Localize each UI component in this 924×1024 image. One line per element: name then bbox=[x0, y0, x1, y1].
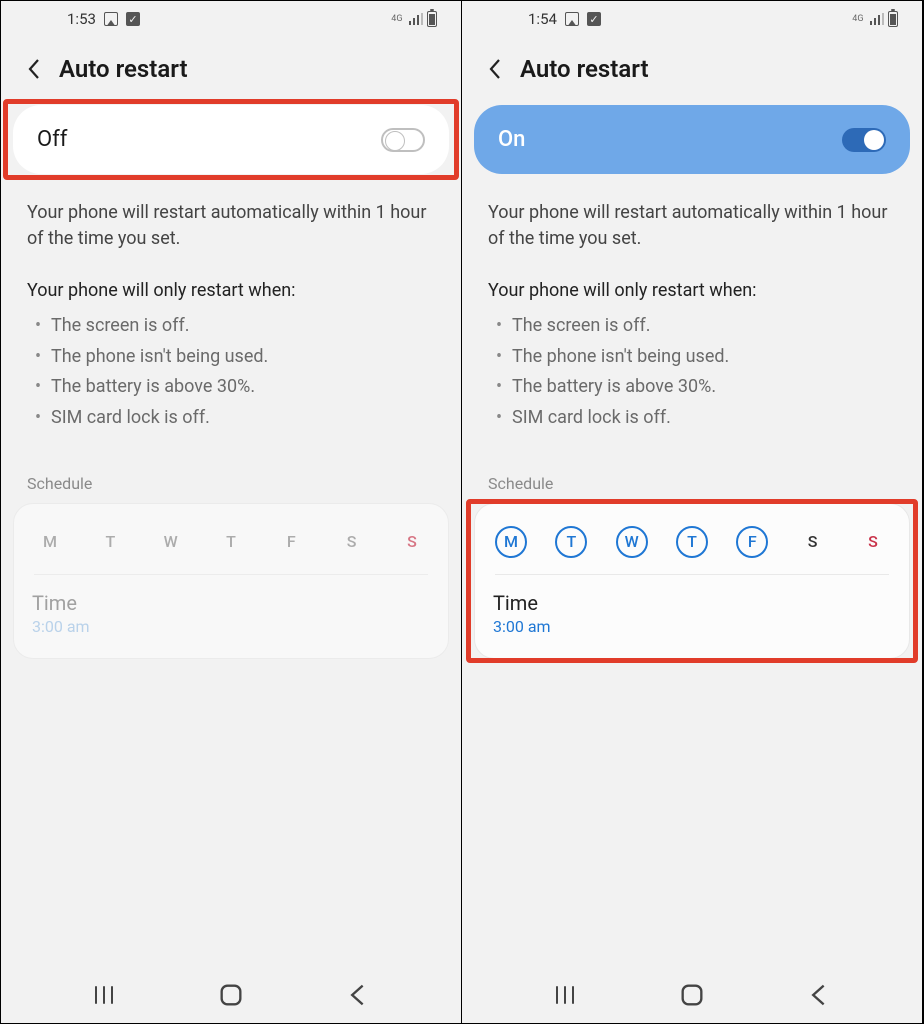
day-sun[interactable]: S bbox=[396, 526, 428, 558]
schedule-card: M T W T F S S Time 3:00 am bbox=[474, 503, 910, 659]
time-row[interactable]: Time 3:00 am bbox=[493, 591, 891, 636]
status-bar: 1:54 ✓ 4G bbox=[462, 1, 922, 37]
time-value: 3:00 am bbox=[32, 617, 430, 636]
day-sat[interactable]: S bbox=[797, 526, 829, 558]
app-header: Auto restart bbox=[462, 37, 922, 105]
page-title: Auto restart bbox=[520, 55, 649, 83]
day-tue[interactable]: T bbox=[94, 526, 126, 558]
signal-icon bbox=[870, 13, 885, 25]
nav-back-button[interactable] bbox=[805, 981, 833, 1009]
auto-restart-toggle-row[interactable]: On bbox=[474, 105, 910, 174]
day-fri[interactable]: F bbox=[275, 526, 307, 558]
day-tue[interactable]: T bbox=[555, 526, 587, 558]
back-button[interactable] bbox=[484, 58, 506, 80]
time-label: Time bbox=[32, 591, 430, 615]
day-selector: M T W T F S S bbox=[32, 522, 430, 574]
list-item: SIM card lock is off. bbox=[488, 403, 896, 434]
day-wed[interactable]: W bbox=[616, 526, 648, 558]
description-text: Your phone will restart automatically wi… bbox=[27, 200, 435, 252]
nav-bar bbox=[462, 967, 922, 1023]
conditions-list: The screen is off. The phone isn't being… bbox=[27, 311, 435, 433]
conditions-title: Your phone will only restart when: bbox=[27, 280, 435, 301]
day-thu[interactable]: T bbox=[215, 526, 247, 558]
chevron-left-icon bbox=[27, 58, 41, 80]
day-sat[interactable]: S bbox=[336, 526, 368, 558]
day-fri[interactable]: F bbox=[736, 526, 768, 558]
network-label: 4G bbox=[391, 15, 402, 23]
list-item: The phone isn't being used. bbox=[27, 342, 435, 373]
auto-restart-toggle-row[interactable]: Off bbox=[13, 105, 449, 174]
separator bbox=[34, 574, 428, 575]
schedule-heading: Schedule bbox=[27, 474, 461, 493]
list-item: The battery is above 30%. bbox=[488, 372, 896, 403]
conditions-list: The screen is off. The phone isn't being… bbox=[488, 311, 896, 433]
signal-icon bbox=[409, 13, 424, 25]
recents-button[interactable] bbox=[90, 981, 118, 1009]
battery-icon bbox=[427, 11, 437, 27]
conditions-title: Your phone will only restart when: bbox=[488, 280, 896, 301]
screenshot-icon bbox=[565, 12, 579, 26]
phone-left: 1:53 ✓ 4G Auto restart Off Your phone wi… bbox=[1, 1, 462, 1023]
list-item: The phone isn't being used. bbox=[488, 342, 896, 373]
nav-back-button[interactable] bbox=[344, 981, 372, 1009]
day-sun[interactable]: S bbox=[857, 526, 889, 558]
check-icon: ✓ bbox=[587, 12, 601, 26]
chevron-left-icon bbox=[488, 58, 502, 80]
list-item: The screen is off. bbox=[488, 311, 896, 342]
home-button[interactable] bbox=[678, 981, 706, 1009]
list-item: The screen is off. bbox=[27, 311, 435, 342]
check-icon: ✓ bbox=[126, 12, 140, 26]
page-title: Auto restart bbox=[59, 55, 188, 83]
toggle-label: On bbox=[498, 127, 525, 152]
nav-bar bbox=[1, 967, 461, 1023]
day-mon[interactable]: M bbox=[495, 526, 527, 558]
toggle-label: Off bbox=[37, 127, 67, 152]
recents-button[interactable] bbox=[551, 981, 579, 1009]
status-time: 1:53 bbox=[67, 10, 96, 28]
app-header: Auto restart bbox=[1, 37, 461, 105]
day-thu[interactable]: T bbox=[676, 526, 708, 558]
screenshot-icon bbox=[104, 12, 118, 26]
battery-icon bbox=[888, 11, 898, 27]
network-label: 4G bbox=[852, 15, 863, 23]
toggle-switch[interactable] bbox=[381, 128, 425, 152]
day-mon[interactable]: M bbox=[34, 526, 66, 558]
list-item: The battery is above 30%. bbox=[27, 372, 435, 403]
schedule-card: M T W T F S S Time 3:00 am bbox=[13, 503, 449, 659]
description-text: Your phone will restart automatically wi… bbox=[488, 200, 896, 252]
phone-right: 1:54 ✓ 4G Auto restart On Your phone wil… bbox=[462, 1, 923, 1023]
time-value: 3:00 am bbox=[493, 617, 891, 636]
status-time: 1:54 bbox=[528, 10, 557, 28]
schedule-heading: Schedule bbox=[488, 474, 922, 493]
toggle-switch[interactable] bbox=[842, 128, 886, 152]
status-bar: 1:53 ✓ 4G bbox=[1, 1, 461, 37]
home-button[interactable] bbox=[217, 981, 245, 1009]
day-selector: M T W T F S S bbox=[493, 522, 891, 574]
time-row[interactable]: Time 3:00 am bbox=[32, 591, 430, 636]
list-item: SIM card lock is off. bbox=[27, 403, 435, 434]
time-label: Time bbox=[493, 591, 891, 615]
separator bbox=[495, 574, 889, 575]
day-wed[interactable]: W bbox=[155, 526, 187, 558]
back-button[interactable] bbox=[23, 58, 45, 80]
